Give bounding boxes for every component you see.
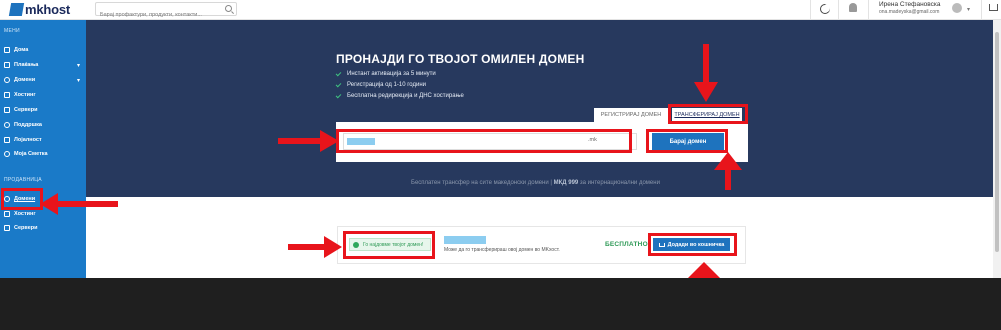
transfer-note: Бесплатен трансфер на сите македонски до… (411, 180, 660, 186)
sidebar-item-label: Сервери (14, 107, 38, 113)
feature-item: Регистрација од 1-10 години (335, 81, 426, 88)
annotation-arrow-right (288, 236, 342, 258)
result-description: Може да го трансферираш овој домен во MK… (444, 247, 560, 253)
sidebar-item-label: Дома (14, 47, 29, 53)
page-title: ПРОНАЈДИ ГО ТВОЈОТ ОМИЛЕН ДОМЕН (336, 52, 585, 66)
support-icon (4, 122, 10, 128)
result-price: БЕСПЛАТНО (605, 241, 648, 248)
feature-text: Регистрација од 1-10 години (347, 82, 426, 88)
feature-text: Бесплатна редирекција и ДНС хостирање (347, 93, 464, 99)
check-icon (335, 92, 342, 98)
avatar[interactable] (952, 3, 962, 13)
sidebar-item-label: Хостинг (14, 211, 36, 217)
annotation-box (1, 188, 43, 210)
redacted-domain (444, 236, 486, 244)
server-icon (4, 107, 10, 113)
users-icon (4, 137, 10, 143)
annotation-arrow-right (278, 130, 339, 152)
note-price: МКД 999 (553, 180, 579, 186)
note-text: за интернационални домени (579, 180, 660, 186)
sidebar-item-hosting[interactable]: Хостинг (4, 90, 80, 100)
global-search (95, 2, 237, 21)
scrollbar-thumb[interactable] (995, 32, 999, 252)
gear-icon (4, 151, 10, 157)
globe-icon (4, 77, 10, 83)
check-icon (335, 81, 342, 87)
card-icon (4, 62, 10, 68)
sidebar-item-label: Хостинг (14, 92, 36, 98)
annotation-box (336, 129, 632, 153)
sidebar-item-label: Сервери (14, 225, 38, 231)
note-text: Бесплатен трансфер на сите македонски до… (411, 180, 552, 186)
annotation-box (668, 104, 748, 124)
sidebar-item-payments[interactable]: Плаќања ▾ (4, 60, 80, 70)
cart-icon[interactable] (989, 4, 998, 11)
screenshot-root: mkhost Ирена Стефановска ona.madeyska@gm… (0, 0, 1001, 330)
sidebar-item-support[interactable]: Поддршка (4, 120, 80, 130)
sidebar-item-servers[interactable]: Сервери (4, 105, 80, 115)
server-icon (4, 211, 10, 217)
sidebar-item-home[interactable]: Дома (4, 45, 80, 55)
feature-item: Инстант активација за 5 минути (335, 70, 436, 77)
sidebar-item-label: Лојалност (14, 137, 42, 143)
divider (981, 0, 982, 20)
tab-register-domain[interactable]: РЕГИСТРИРАЈ ДОМЕН (594, 108, 668, 122)
user-email: ona.madeyska@gmail.com (879, 9, 940, 15)
sidebar-item-loyalty[interactable]: Лојалност (4, 135, 80, 145)
annotation-arrow-up (714, 152, 742, 190)
chevron-down-icon[interactable]: ▾ (967, 6, 970, 13)
sidebar-item-label: Поддршка (14, 122, 42, 128)
server-icon (4, 225, 10, 231)
top-bar: mkhost Ирена Стефановска ona.madeyska@gm… (0, 0, 1001, 21)
feature-text: Инстант активација за 5 минути (347, 71, 436, 77)
annotation-box (646, 129, 728, 153)
sidebar-item-domains[interactable]: Домени ▾ (4, 75, 80, 85)
divider (868, 0, 869, 20)
sidebar-item-label: Моја Сметка (14, 151, 48, 157)
divider (838, 0, 839, 20)
search-icon[interactable] (225, 5, 232, 12)
annotation-box (343, 231, 435, 259)
dark-mode-icon[interactable] (820, 4, 830, 14)
logo-text: mkhost (25, 2, 71, 17)
sidebar-shop-header: ПРОДАВНИЦА (4, 177, 42, 183)
sidebar-item-label: Домени (14, 77, 36, 83)
logo-mark-icon (8, 3, 25, 16)
sidebar-menu-header: МЕНИ (4, 28, 20, 34)
divider (810, 0, 811, 20)
server-icon (4, 92, 10, 98)
logo[interactable]: mkhost (8, 1, 71, 18)
bottom-band (0, 278, 1001, 330)
bell-icon[interactable] (849, 3, 857, 12)
user-name[interactable]: Ирена Стефановска (879, 1, 941, 8)
home-icon (4, 47, 10, 53)
annotation-arrow-left (40, 193, 118, 215)
annotation-box (648, 233, 737, 256)
annotation-arrow-down (694, 44, 718, 102)
sidebar-shop-servers[interactable]: Сервери (4, 223, 80, 233)
domain-search-hero (86, 20, 993, 197)
chevron-down-icon: ▾ (76, 62, 80, 69)
chevron-down-icon: ▾ (76, 77, 80, 84)
sidebar-item-label: Плаќања (14, 62, 39, 68)
sidebar-item-account[interactable]: Моја Сметка (4, 149, 80, 159)
check-icon (335, 70, 342, 76)
feature-item: Бесплатна редирекција и ДНС хостирање (335, 92, 464, 99)
